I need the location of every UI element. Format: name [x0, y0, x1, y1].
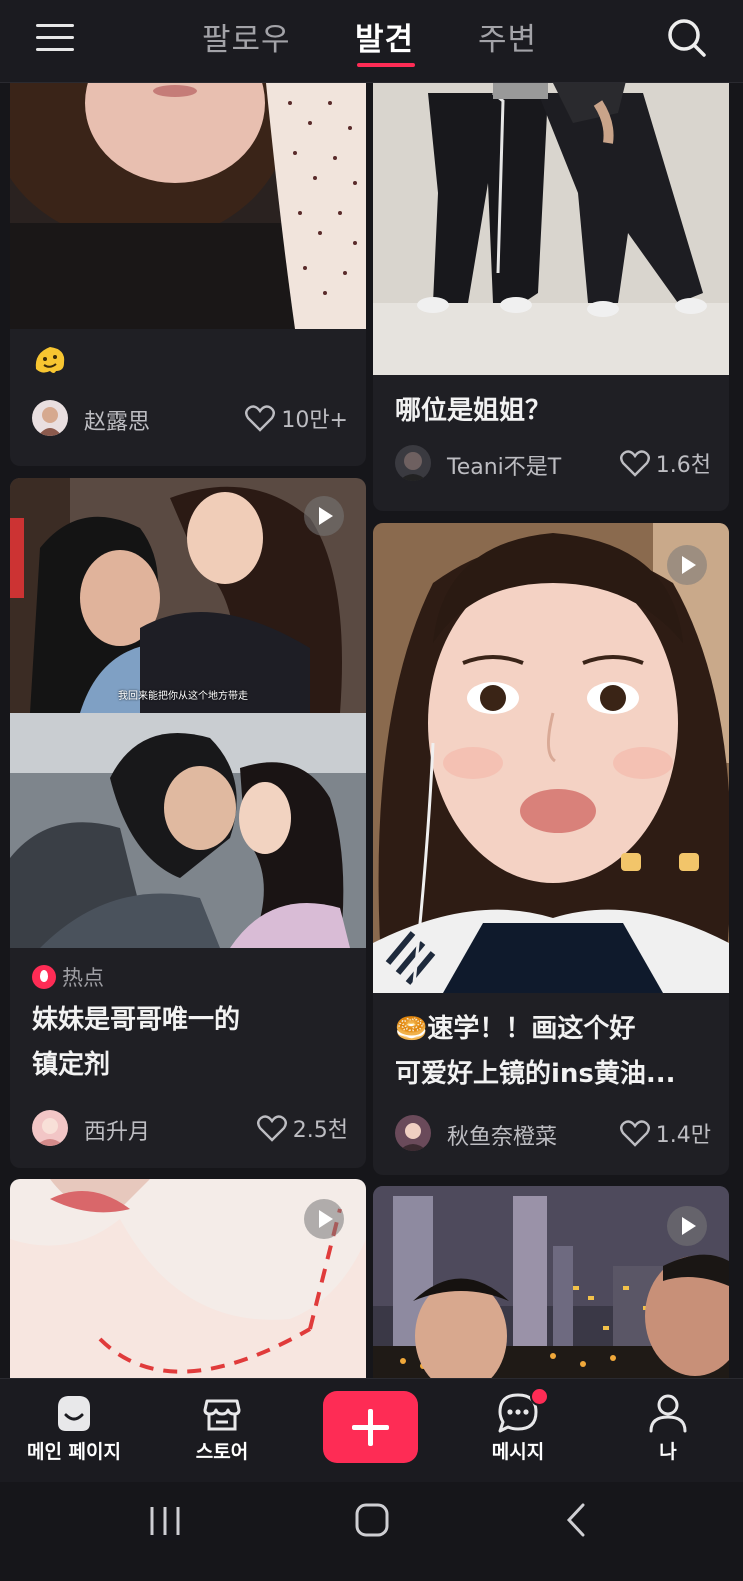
heart-icon[interactable]: [619, 449, 650, 477]
card-thumbnail: [373, 1186, 729, 1389]
card-title-line-1: 妹妹是哥哥唯一的: [32, 1005, 241, 1035]
search-icon[interactable]: [664, 14, 712, 62]
card-thumbnail: 我回来能把你从这个地方带走: [10, 478, 366, 948]
card-thumbnail: [373, 83, 729, 375]
feed-card[interactable]: 哪位是姐姐？ Teani不是T 1.6천: [373, 83, 729, 511]
tab-follow[interactable]: 팔로우: [202, 14, 291, 59]
back-icon[interactable]: [565, 1502, 589, 1538]
home-icon: [58, 1396, 90, 1431]
avatar[interactable]: [32, 1110, 68, 1146]
avatar[interactable]: [395, 1115, 431, 1151]
heart-icon[interactable]: [256, 1114, 287, 1142]
like-count[interactable]: 10만+: [245, 402, 348, 434]
store-icon: [203, 1399, 241, 1431]
recent-apps-icon[interactable]: [148, 1504, 182, 1538]
card-meta: 秋鱼奈橙菜 1.4만: [395, 1115, 711, 1153]
system-nav-bar: [0, 1482, 743, 1581]
card-meta: 西升月 2.5천: [32, 1110, 348, 1148]
feed-card[interactable]: [10, 1179, 366, 1389]
card-thumbnail: [373, 523, 729, 993]
author-name[interactable]: 秋鱼奈橙菜: [447, 1119, 557, 1151]
discover-feed[interactable]: 赵露思 10만+ 哪位是姐姐？ Teani不是T 1.6천 我回来能把你从这个地…: [0, 83, 743, 1389]
hot-tag: 热点: [32, 962, 104, 992]
heart-icon[interactable]: [245, 404, 276, 432]
like-count[interactable]: 2.5천: [256, 1112, 348, 1144]
author-name[interactable]: 西升月: [84, 1114, 150, 1146]
video-subtitle: 我回来能把你从这个地方带走: [118, 691, 248, 702]
bottom-nav: 메인 페이지 스토어 메시지 나: [0, 1378, 743, 1483]
nav-home[interactable]: 메인 페이지: [9, 1391, 139, 1464]
active-tab-indicator: [357, 63, 415, 67]
card-title-line-1: 🥯速学！！画这个好: [395, 1014, 636, 1044]
heart-icon[interactable]: [619, 1119, 650, 1147]
nav-label: 메인 페이지: [26, 1441, 121, 1463]
nav-profile[interactable]: 나: [603, 1391, 733, 1464]
card-title: 哪位是姐姐？: [395, 396, 552, 426]
nav-label: 나: [659, 1441, 677, 1463]
feed-card[interactable]: 赵露思 10만+: [10, 83, 366, 466]
card-thumbnail: [10, 83, 366, 329]
nav-label: 스토어: [195, 1441, 249, 1463]
feed-card[interactable]: [373, 1186, 729, 1389]
card-title-line-2: 可爱好上镜的ins黄油...: [395, 1059, 676, 1089]
profile-icon: [649, 1394, 687, 1433]
create-post-button[interactable]: [323, 1391, 418, 1463]
unread-badge: [530, 1387, 549, 1406]
tab-discover[interactable]: 발견: [355, 14, 414, 59]
play-icon: [304, 1199, 344, 1239]
like-count[interactable]: 1.4만: [619, 1117, 711, 1149]
home-button-icon[interactable]: [354, 1502, 390, 1538]
nav-store[interactable]: 스토어: [157, 1391, 287, 1464]
author-name[interactable]: 赵露思: [84, 404, 150, 436]
flame-icon: [32, 965, 56, 989]
nav-label: 메시지: [491, 1441, 545, 1463]
card-meta: 赵露思 10만+: [32, 400, 348, 438]
feed-card[interactable]: 🥯速学！！画这个好 可爱好上镜的ins黄油... 秋鱼奈橙菜 1.4만: [373, 523, 729, 1175]
feed-card[interactable]: 我回来能把你从这个地方带走 热点 妹妹是哥哥唯一的 镇定剂 西升月 2.5천: [10, 478, 366, 1168]
play-icon: [304, 496, 344, 536]
card-thumbnail: [10, 1179, 366, 1389]
melting-face-icon: [35, 347, 65, 373]
play-icon: [667, 1206, 707, 1246]
top-bar: 팔로우 발견 주변: [0, 0, 743, 83]
tab-nearby[interactable]: 주변: [478, 14, 537, 59]
author-name[interactable]: Teani不是T: [447, 449, 561, 481]
play-icon: [667, 545, 707, 585]
nav-messages[interactable]: 메시지: [453, 1387, 583, 1464]
like-count[interactable]: 1.6천: [619, 447, 711, 479]
card-meta: Teani不是T 1.6천: [395, 445, 711, 483]
card-title-line-2: 镇定剂: [32, 1050, 111, 1080]
avatar[interactable]: [32, 400, 68, 436]
avatar[interactable]: [395, 445, 431, 481]
